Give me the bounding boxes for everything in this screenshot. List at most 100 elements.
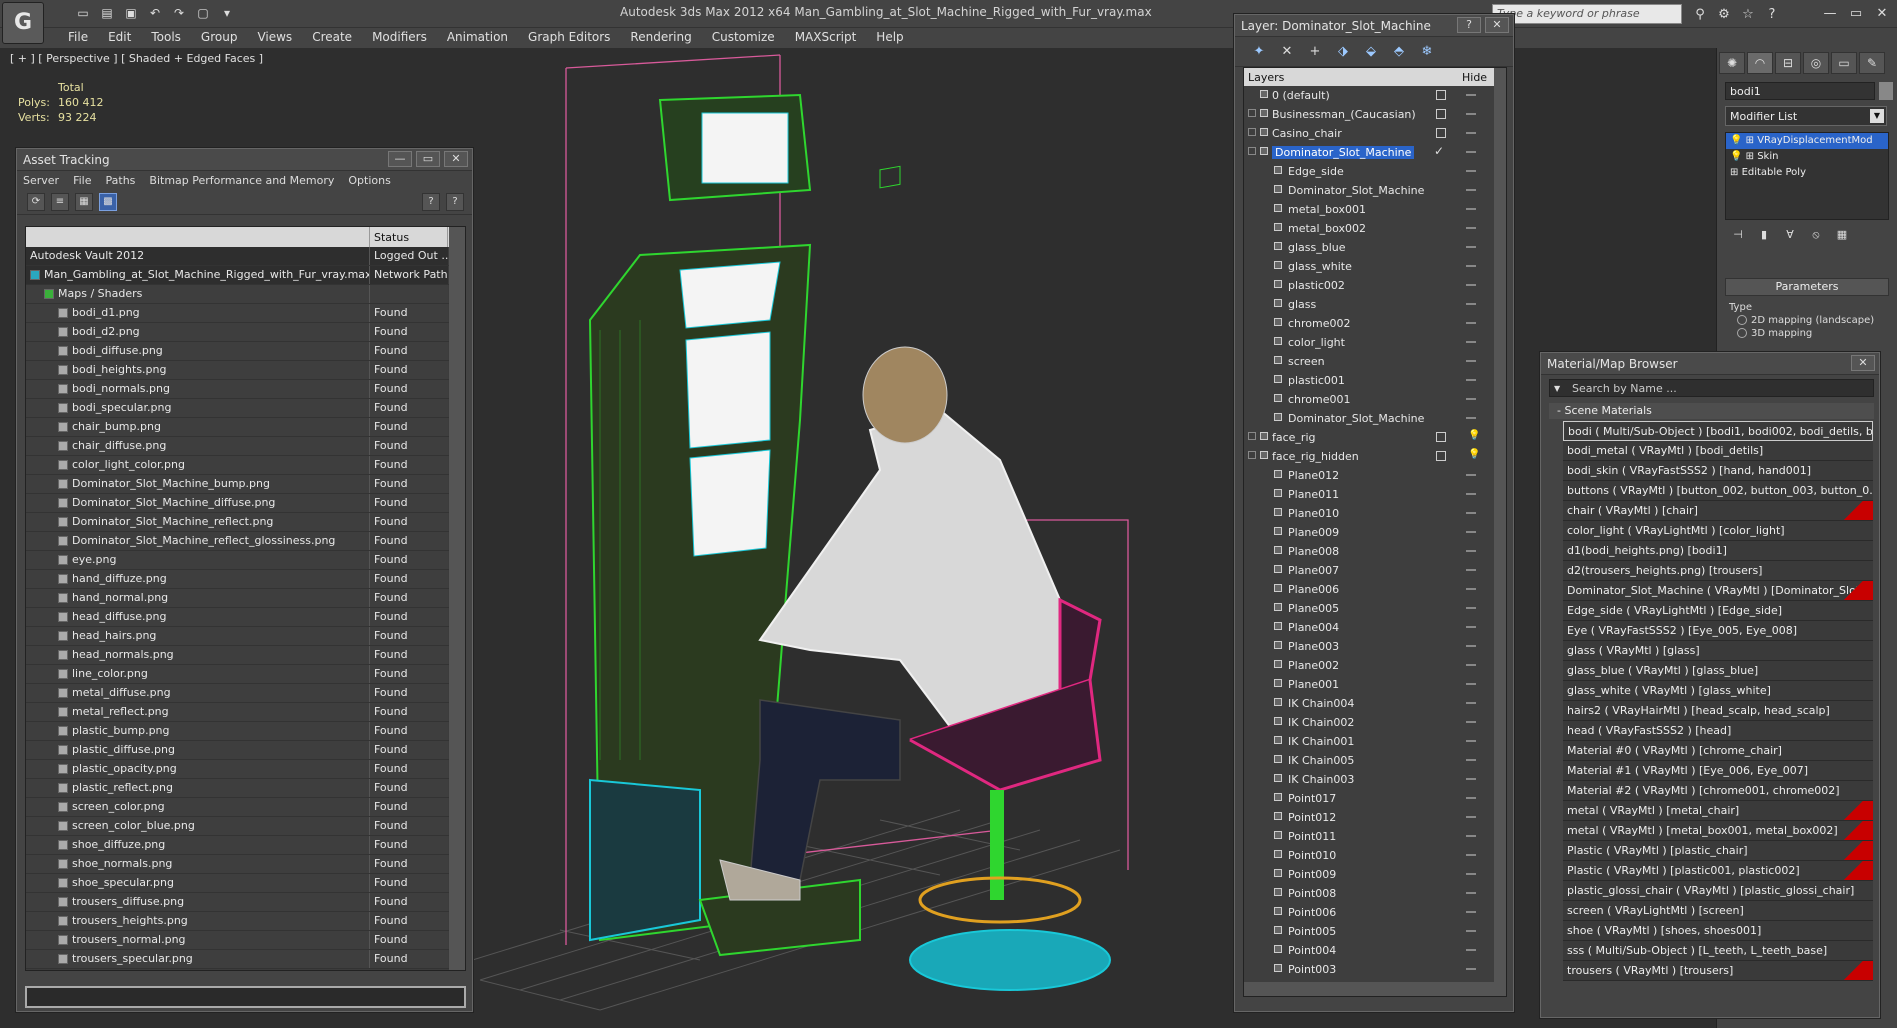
freeze-toggle[interactable] [1466,322,1476,324]
create-tab-icon[interactable]: ✺ [1719,52,1745,74]
expand-icon[interactable] [1248,147,1256,155]
freeze-toggle[interactable] [1466,265,1476,267]
close-icon[interactable]: ✕ [1485,17,1509,33]
freeze-toggle[interactable] [1466,550,1476,552]
freeze-toggle[interactable] [1466,854,1476,856]
layer-row[interactable]: Plane008 [1244,542,1506,561]
freeze-toggle[interactable] [1466,778,1476,780]
create-layer-icon[interactable]: ✦ [1249,42,1269,62]
freeze-toggle[interactable] [1466,626,1476,628]
freeze-toggle[interactable] [1466,227,1476,229]
material-row[interactable]: Dominator_Slot_Machine ( VRayMtl ) [Domi… [1563,581,1873,601]
status-column-header[interactable]: Status [370,227,448,247]
freeze-toggle[interactable] [1466,569,1476,571]
dropdown-icon[interactable]: ▾ [218,4,236,22]
asset-row[interactable]: head_diffuse.png Found [26,608,465,627]
material-row[interactable]: Material #2 ( VRayMtl ) [chrome001, chro… [1563,781,1873,801]
layer-row[interactable]: Point005 [1244,922,1506,941]
asset-row[interactable]: Maps / Shaders [26,285,465,304]
layer-row[interactable]: IK Chain003 [1244,770,1506,789]
grid-view-icon[interactable]: ▩ [99,192,117,211]
layer-row[interactable]: Point004 [1244,941,1506,960]
asset-row[interactable]: plastic_bump.png Found [26,722,465,741]
check-icon[interactable]: ✓ [1434,144,1444,158]
layer-row[interactable]: Point008 [1244,884,1506,903]
freeze-toggle[interactable] [1466,797,1476,799]
layer-row[interactable]: Businessman_(Caucasian) [1244,105,1506,124]
layer-row[interactable]: Plane001 [1244,675,1506,694]
material-row[interactable]: metal ( VRayMtl ) [metal_chair] [1563,801,1873,821]
layer-row[interactable]: Point017 [1244,789,1506,808]
asset-row[interactable]: hand_diffuze.png Found [26,570,465,589]
freeze-toggle[interactable] [1466,379,1476,381]
layer-row[interactable]: Plane007 [1244,561,1506,580]
asset-row[interactable]: shoe_diffuze.png Found [26,836,465,855]
material-row[interactable]: Plastic ( VRayMtl ) [plastic_chair] [1563,841,1873,861]
asset-row[interactable]: plastic_diffuse.png Found [26,741,465,760]
freeze-toggle[interactable] [1466,303,1476,305]
minimize-icon[interactable]: — [1819,4,1841,22]
display-tab-icon[interactable]: ▭ [1831,52,1857,74]
pin-stack-icon[interactable]: ⊣ [1729,226,1747,244]
material-row[interactable]: hairs2 ( VRayHairMtl ) [head_scalp, head… [1563,701,1873,721]
hide-checkbox[interactable] [1436,128,1446,138]
viewport-label[interactable]: [ + ] [ Perspective ] [ Shaded + Edged F… [10,52,263,65]
freeze-toggle[interactable] [1466,341,1476,343]
freeze-toggle[interactable] [1466,702,1476,704]
layer-row[interactable]: Point009 [1244,865,1506,884]
layer-manager-title[interactable]: Layer: Dominator_Slot_Machine ? ✕ [1235,15,1513,37]
delete-layer-icon[interactable]: ✕ [1277,42,1297,62]
redo-icon[interactable]: ↷ [170,4,188,22]
layer-row[interactable]: IK Chain004 [1244,694,1506,713]
material-row[interactable]: sss ( Multi/Sub-Object ) [L_teeth, L_tee… [1563,941,1873,961]
menu-animation[interactable]: Animation [437,28,518,48]
layer-row[interactable]: Plane004 [1244,618,1506,637]
asset-tracking-title[interactable]: Asset Tracking — ▭ ✕ [17,149,472,171]
menu-file[interactable]: File [58,28,98,48]
freeze-toggle[interactable] [1466,588,1476,590]
freeze-toggle[interactable] [1466,968,1476,970]
freeze-toggle[interactable] [1466,835,1476,837]
asset-row[interactable]: chair_diffuse.png Found [26,437,465,456]
freeze-toggle[interactable] [1466,873,1476,875]
help-icon[interactable]: ? [1457,17,1481,33]
close-icon[interactable]: ✕ [1851,355,1875,371]
layer-row[interactable]: glass [1244,295,1506,314]
remove-modifier-icon[interactable]: ⦸ [1807,226,1825,244]
material-row[interactable]: chair ( VRayMtl ) [chair] [1563,501,1873,521]
freeze-toggle[interactable] [1466,607,1476,609]
menu-graph-editors[interactable]: Graph Editors [518,28,620,48]
layer-row[interactable]: plastic001 [1244,371,1506,390]
layer-row[interactable]: Plane011 [1244,485,1506,504]
menu-views[interactable]: Views [247,28,302,48]
asset-row[interactable]: Dominator_Slot_Machine_reflect.png Found [26,513,465,532]
asset-row[interactable]: bodi_diffuse.png Found [26,342,465,361]
highlight-layer-icon[interactable]: ⬙ [1361,42,1381,62]
hide-checkbox[interactable] [1436,109,1446,119]
layer-row[interactable]: Edge_side [1244,162,1506,181]
asset-row[interactable]: metal_diffuse.png Found [26,684,465,703]
material-row[interactable]: bodi_skin ( VRayFastSSS2 ) [hand, hand00… [1563,461,1873,481]
freeze-toggle[interactable] [1466,683,1476,685]
asset-row[interactable]: eye.png Found [26,551,465,570]
freeze-toggle[interactable] [1466,360,1476,362]
asset-menu-options[interactable]: Options [348,174,390,187]
menu-group[interactable]: Group [191,28,248,48]
material-row[interactable]: glass_blue ( VRayMtl ) [glass_blue] [1563,661,1873,681]
expand-icon[interactable] [1248,109,1256,117]
object-color-swatch[interactable] [1879,82,1893,100]
asset-menu-file[interactable]: File [73,174,91,187]
layer-row[interactable]: face_rig 💡 [1244,428,1506,447]
freeze-toggle[interactable] [1466,816,1476,818]
lightbulb-icon[interactable]: 💡 ⊞ [1730,135,1757,146]
layers-column-header[interactable]: Layers [1244,68,1458,86]
maximize-icon[interactable]: ▭ [416,151,440,167]
freeze-toggle[interactable] [1466,930,1476,932]
list-view-icon[interactable]: ≡ [51,192,69,211]
asset-row[interactable]: trousers_diffuse.png Found [26,893,465,912]
freeze-toggle[interactable] [1466,512,1476,514]
freeze-toggle[interactable] [1466,132,1476,134]
layer-row[interactable]: Point003 [1244,960,1506,979]
material-row[interactable]: trousers ( VRayMtl ) [trousers] [1563,961,1873,981]
freeze-toggle[interactable] [1466,531,1476,533]
